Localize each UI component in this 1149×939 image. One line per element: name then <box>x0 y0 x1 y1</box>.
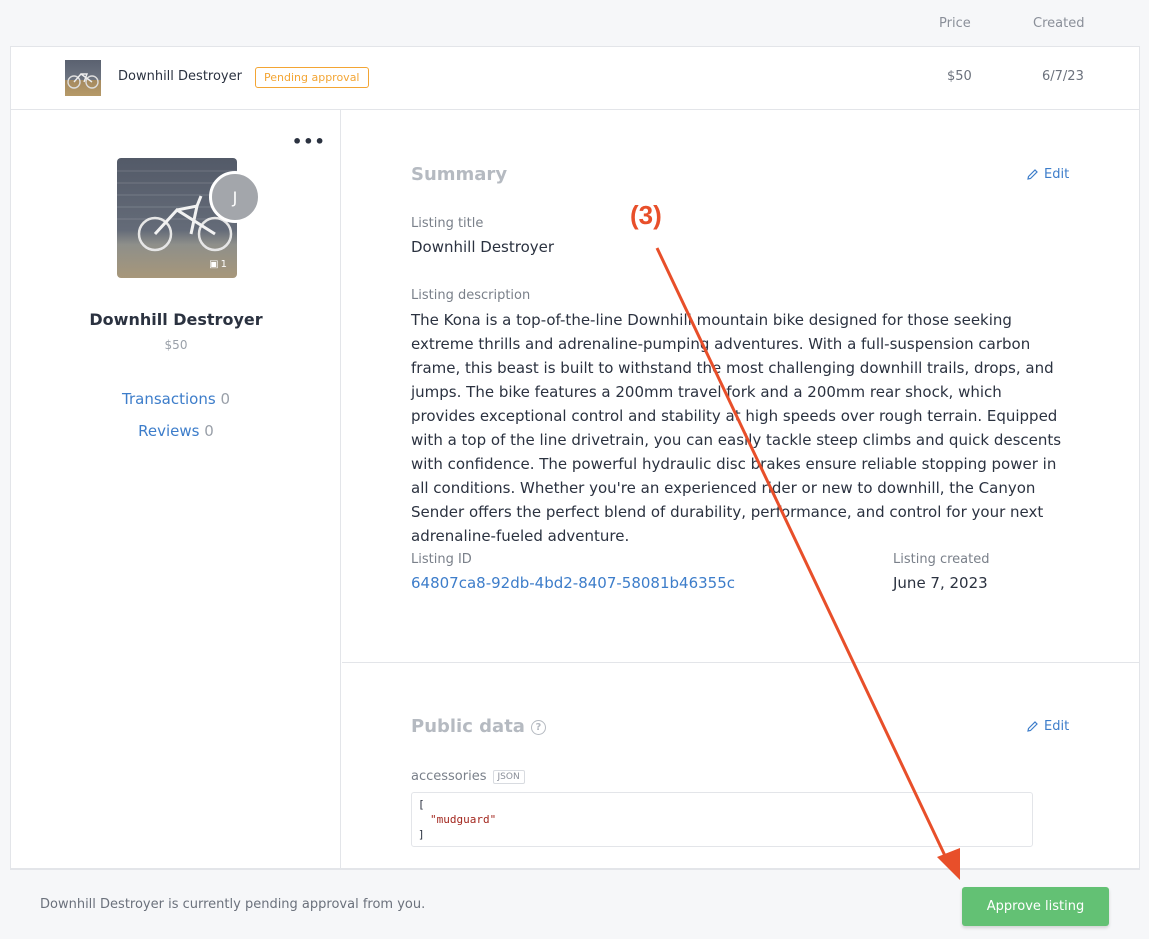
created-value: June 7, 2023 <box>893 574 988 592</box>
transactions-count: 0 <box>220 390 230 408</box>
avatar[interactable]: J <box>209 171 261 223</box>
listing-id-label: Listing ID <box>411 552 472 567</box>
sidebar-title: Downhill Destroyer <box>89 310 263 329</box>
json-item: "mudguard" <box>430 813 497 826</box>
section-divider <box>342 662 1139 663</box>
column-header-price[interactable]: Price <box>939 16 971 31</box>
accessories-field: accessories JSON <box>411 769 525 784</box>
approval-footer: Downhill Destroyer is currently pending … <box>10 869 1140 939</box>
description-label: Listing description <box>411 288 531 303</box>
description-value: The Kona is a top-of-the-line Downhill m… <box>411 311 1062 545</box>
reviews-label[interactable]: Reviews <box>138 422 199 440</box>
reviews-count: 0 <box>204 422 214 440</box>
listing-row[interactable]: Downhill Destroyer Pending approval $50 … <box>10 46 1140 109</box>
more-dots-icon[interactable]: ••• <box>292 132 326 151</box>
public-data-edit-label[interactable]: Edit <box>1044 719 1069 734</box>
row-price: $50 <box>947 69 972 84</box>
image-icon: ▣ <box>209 259 219 270</box>
json-value-box[interactable]: [ "mudguard" ] <box>411 792 1033 847</box>
listing-sidebar: ••• ▣ 1 J Downhill Destroyer $50 Transac… <box>11 110 341 870</box>
json-type-tag: JSON <box>492 770 525 784</box>
summary-edit-button[interactable]: Edit <box>1026 167 1069 182</box>
title-label: Listing title <box>411 216 484 231</box>
help-icon[interactable]: ? <box>530 720 546 735</box>
public-data-title: Public data <box>411 716 525 737</box>
listing-id-link[interactable]: 64807ca8-92db-4bd2-8407-58081b46355c <box>411 574 735 592</box>
sidebar-price: $50 <box>164 338 188 352</box>
created-label: Listing created <box>893 552 990 567</box>
status-badge: Pending approval <box>255 67 369 88</box>
transactions-link[interactable]: Transactions 0 <box>11 390 341 408</box>
row-title[interactable]: Downhill Destroyer <box>118 69 242 84</box>
image-count: ▣ 1 <box>209 259 227 270</box>
reviews-link[interactable]: Reviews 0 <box>11 422 341 440</box>
listing-main: Summary Edit Listing title Downhill Dest… <box>342 110 1139 870</box>
image-count-value: 1 <box>220 259 227 270</box>
summary-edit-label[interactable]: Edit <box>1044 167 1069 182</box>
title-value: Downhill Destroyer <box>411 238 555 256</box>
public-data-heading: Public data? <box>411 716 546 737</box>
pending-message: Downhill Destroyer is currently pending … <box>40 897 426 912</box>
column-header-created[interactable]: Created <box>1033 16 1084 31</box>
listing-detail-panel: ••• ▣ 1 J Downhill Destroyer $50 Transac… <box>10 109 1140 870</box>
summary-heading: Summary <box>411 164 508 185</box>
pencil-icon <box>1027 169 1038 180</box>
transactions-label[interactable]: Transactions <box>122 390 216 408</box>
json-open: [ <box>418 798 425 811</box>
annotation-label: (3) <box>630 200 662 230</box>
listing-page: Price Created Downhill Destroyer Pending… <box>0 0 1149 939</box>
approve-listing-button[interactable]: Approve listing <box>962 887 1109 926</box>
public-data-edit-button[interactable]: Edit <box>1026 719 1069 734</box>
json-close: ] <box>418 828 425 841</box>
pencil-icon <box>1027 721 1038 732</box>
accessories-label: accessories <box>411 769 487 784</box>
listing-thumbnail <box>65 60 101 96</box>
row-created: 6/7/23 <box>1042 69 1084 84</box>
